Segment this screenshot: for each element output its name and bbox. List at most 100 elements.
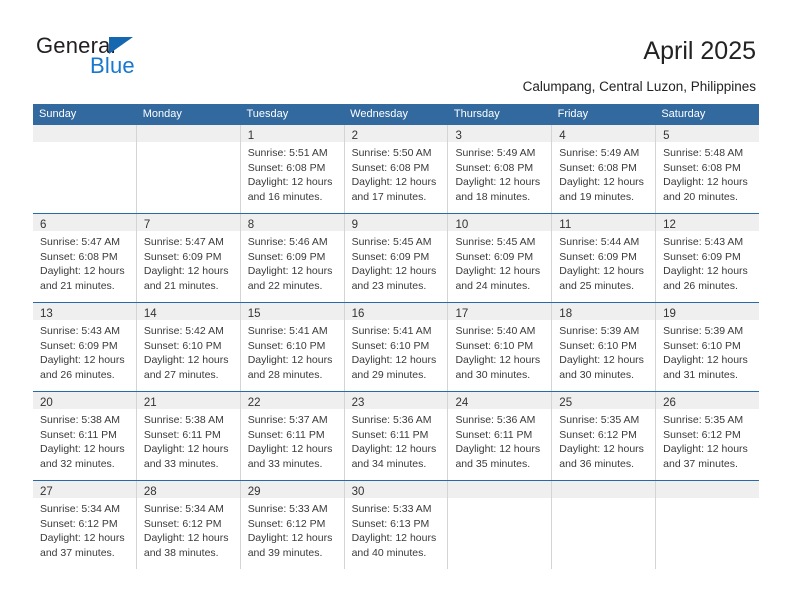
brand-name-blue: Blue: [90, 53, 135, 78]
daylight-text: Daylight: 12 hours and 27 minutes.: [143, 354, 229, 381]
calendar-day-cell[interactable]: 11 Sunrise: 5:44 AM Sunset: 6:09 PM Dayligh…: [552, 214, 657, 302]
calendar-day-cell[interactable]: 25 Sunrise: 5:35 AM Sunset: 6:12 PM Dayligh…: [552, 392, 657, 480]
calendar-day-cell[interactable]: 22 Sunrise: 5:37 AM Sunset: 6:11 PM Dayligh…: [240, 392, 345, 480]
sunrise-text: Sunrise: 5:40 AM: [455, 325, 536, 337]
sunrise-text: Sunrise: 5:38 AM: [143, 414, 224, 426]
day-details: Sunrise: 5:47 AM Sunset: 6:09 PM Daylight:…: [137, 231, 240, 299]
sunset-text: Sunset: 6:12 PM: [559, 428, 637, 441]
sunrise-text: Sunrise: 5:38 AM: [40, 414, 120, 426]
day-details: Sunrise: 5:50 AM Sunset: 6:08 PM Daylight:…: [345, 142, 448, 210]
sunset-text: Sunset: 6:08 PM: [455, 161, 534, 174]
day-details: Sunrise: 5:41 AM Sunset: 6:10 PM Daylight:…: [241, 320, 344, 388]
daylight-text: Daylight: 12 hours and 21 minutes.: [143, 265, 229, 292]
day-number-band: 21: [136, 392, 240, 409]
calendar-week-row: 1 Sunrise: 5:51 AM Sunset: 6:08 PM Daylight…: [33, 125, 760, 213]
calendar-day-cell[interactable]: 13 Sunrise: 5:43 AM Sunset: 6:09 PM Dayligh…: [33, 303, 137, 391]
calendar-day-cell[interactable]: 8 Sunrise: 5:46 AM Sunset: 6:09 PM Daylight…: [240, 214, 345, 302]
day-details: [33, 142, 136, 152]
calendar-day-cell[interactable]: 24 Sunrise: 5:36 AM Sunset: 6:11 PM Dayligh…: [448, 392, 553, 480]
sunset-text: Sunset: 6:08 PM: [351, 161, 430, 174]
daylight-text: Daylight: 12 hours and 22 minutes.: [247, 265, 333, 292]
day-number: 17: [455, 308, 469, 320]
day-details: Sunrise: 5:35 AM Sunset: 6:12 PM Daylight:…: [656, 409, 759, 477]
sunrise-text: Sunrise: 5:36 AM: [351, 414, 432, 426]
day-number-band: 8: [240, 214, 344, 231]
calendar-day-cell[interactable]: 27 Sunrise: 5:34 AM Sunset: 6:12 PM Dayligh…: [33, 481, 137, 569]
day-number-band: 28: [136, 481, 240, 498]
calendar-day-cell[interactable]: 30 Sunrise: 5:33 AM Sunset: 6:13 PM Dayligh…: [344, 481, 449, 569]
day-number-band: [33, 125, 136, 142]
day-number-band: 26: [656, 392, 760, 409]
day-details: Sunrise: 5:37 AM Sunset: 6:11 PM Daylight:…: [241, 409, 344, 477]
day-number: 20: [40, 397, 53, 409]
sunrise-text: Sunrise: 5:41 AM: [351, 325, 432, 337]
day-number-band: 30: [344, 481, 448, 498]
calendar-day-cell[interactable]: 10 Sunrise: 5:45 AM Sunset: 6:09 PM Dayligh…: [448, 214, 553, 302]
calendar-day-cell[interactable]: 4 Sunrise: 5:49 AM Sunset: 6:08 PM Daylight…: [552, 125, 657, 213]
day-number-band: 3: [448, 125, 552, 142]
sunset-text: Sunset: 6:11 PM: [143, 428, 221, 441]
day-number: 6: [40, 219, 47, 231]
sunrise-text: Sunrise: 5:45 AM: [455, 236, 536, 248]
daylight-text: Daylight: 12 hours and 25 minutes.: [559, 265, 644, 292]
day-details: Sunrise: 5:43 AM Sunset: 6:09 PM Daylight:…: [33, 320, 136, 388]
sunrise-text: Sunrise: 5:49 AM: [455, 147, 536, 159]
day-number-band: 27: [33, 481, 136, 498]
sunset-text: Sunset: 6:09 PM: [559, 250, 637, 263]
sunset-text: Sunset: 6:09 PM: [40, 339, 118, 352]
day-number: 22: [247, 397, 261, 409]
calendar-day-cell[interactable]: 21 Sunrise: 5:38 AM Sunset: 6:11 PM Dayligh…: [136, 392, 241, 480]
day-details: Sunrise: 5:49 AM Sunset: 6:08 PM Daylight:…: [552, 142, 655, 210]
calendar-day-cell[interactable]: 9 Sunrise: 5:45 AM Sunset: 6:09 PM Daylight…: [344, 214, 449, 302]
calendar-day-cell[interactable]: 17 Sunrise: 5:40 AM Sunset: 6:10 PM Dayligh…: [448, 303, 553, 391]
calendar-day-cell[interactable]: 23 Sunrise: 5:36 AM Sunset: 6:11 PM Dayligh…: [344, 392, 449, 480]
calendar-day-cell[interactable]: 12 Sunrise: 5:43 AM Sunset: 6:09 PM Dayligh…: [656, 214, 760, 302]
calendar-day-cell[interactable]: 28 Sunrise: 5:34 AM Sunset: 6:12 PM Dayligh…: [136, 481, 241, 569]
calendar-day-cell[interactable]: 15 Sunrise: 5:41 AM Sunset: 6:10 PM Dayligh…: [240, 303, 345, 391]
daylight-text: Daylight: 12 hours and 30 minutes.: [455, 354, 541, 381]
calendar-day-cell[interactable]: 14 Sunrise: 5:42 AM Sunset: 6:10 PM Dayligh…: [136, 303, 241, 391]
day-number-band: 13: [33, 303, 136, 320]
calendar-day-cell[interactable]: 2 Sunrise: 5:50 AM Sunset: 6:08 PM Daylight…: [344, 125, 449, 213]
day-details: Sunrise: 5:46 AM Sunset: 6:09 PM Daylight:…: [241, 231, 344, 299]
day-details: Sunrise: 5:41 AM Sunset: 6:10 PM Daylight:…: [345, 320, 448, 388]
sunset-text: Sunset: 6:09 PM: [351, 250, 430, 263]
page-header: General Blue April 2025 Calumpang, Centr…: [0, 0, 792, 100]
sunrise-text: Sunrise: 5:33 AM: [247, 503, 328, 515]
day-number-band: 11: [552, 214, 656, 231]
daylight-text: Daylight: 12 hours and 36 minutes.: [559, 443, 644, 470]
sunrise-text: Sunrise: 5:48 AM: [663, 147, 744, 159]
calendar-day-cell[interactable]: 16 Sunrise: 5:41 AM Sunset: 6:10 PM Dayligh…: [344, 303, 449, 391]
calendar-day-cell[interactable]: 26 Sunrise: 5:35 AM Sunset: 6:12 PM Dayligh…: [656, 392, 760, 480]
daylight-text: Daylight: 12 hours and 20 minutes.: [663, 176, 748, 203]
day-number: 19: [663, 308, 676, 320]
calendar-day-cell[interactable]: 29 Sunrise: 5:33 AM Sunset: 6:12 PM Dayligh…: [240, 481, 345, 569]
day-details: Sunrise: 5:33 AM Sunset: 6:13 PM Daylight:…: [345, 498, 448, 566]
calendar-day-cell[interactable]: 6 Sunrise: 5:47 AM Sunset: 6:08 PM Daylight…: [33, 214, 137, 302]
day-number: 29: [247, 486, 261, 498]
day-number-band: 20: [33, 392, 136, 409]
daylight-text: Daylight: 12 hours and 33 minutes.: [247, 443, 333, 470]
sunset-text: Sunset: 6:11 PM: [455, 428, 533, 441]
calendar-day-cell[interactable]: 18 Sunrise: 5:39 AM Sunset: 6:10 PM Dayligh…: [552, 303, 657, 391]
day-number: 16: [351, 308, 365, 320]
calendar-page: General Blue April 2025 Calumpang, Centr…: [0, 0, 792, 612]
day-details: Sunrise: 5:39 AM Sunset: 6:10 PM Daylight:…: [552, 320, 655, 388]
calendar-day-cell[interactable]: 19 Sunrise: 5:39 AM Sunset: 6:10 PM Dayligh…: [656, 303, 760, 391]
calendar-day-cell[interactable]: 1 Sunrise: 5:51 AM Sunset: 6:08 PM Daylight…: [240, 125, 345, 213]
weekday-header-tuesday: Tuesday: [246, 108, 289, 120]
day-details: Sunrise: 5:36 AM Sunset: 6:11 PM Daylight:…: [448, 409, 551, 477]
day-number-band: 9: [344, 214, 448, 231]
calendar-day-cell[interactable]: 7 Sunrise: 5:47 AM Sunset: 6:09 PM Daylight…: [136, 214, 241, 302]
day-details: Sunrise: 5:45 AM Sunset: 6:09 PM Daylight:…: [448, 231, 551, 299]
sunset-text: Sunset: 6:08 PM: [559, 161, 637, 174]
day-number-band: 14: [136, 303, 240, 320]
sunset-text: Sunset: 6:11 PM: [247, 428, 325, 441]
calendar-day-cell[interactable]: 3 Sunrise: 5:49 AM Sunset: 6:08 PM Daylight…: [448, 125, 553, 213]
daylight-text: Daylight: 12 hours and 26 minutes.: [40, 354, 125, 381]
day-number: 8: [247, 219, 255, 231]
calendar-day-cell[interactable]: 20 Sunrise: 5:38 AM Sunset: 6:11 PM Dayligh…: [33, 392, 137, 480]
calendar-day-cell-empty: [552, 481, 657, 569]
calendar-day-cell[interactable]: 5 Sunrise: 5:48 AM Sunset: 6:08 PM Daylight…: [656, 125, 760, 213]
sunrise-sunset-calendar: Sunday Monday Tuesday Wednesday Thursday…: [33, 104, 760, 569]
